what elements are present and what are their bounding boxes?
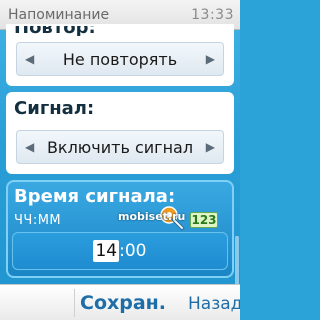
right-arrow-icon[interactable]: ▶ xyxy=(206,140,215,154)
left-arrow-icon[interactable]: ◀ xyxy=(25,52,34,66)
screen-title: Напоминание xyxy=(8,6,110,23)
back-softkey[interactable]: Назад xyxy=(188,294,240,314)
minutes-segment[interactable]: 00 xyxy=(125,241,147,261)
status-clock: 13:33 xyxy=(191,6,234,23)
watermark: mobiset.ru xyxy=(118,210,186,223)
time-format-hint: ЧЧ:ММ xyxy=(14,213,62,228)
save-softkey[interactable]: Сохран. xyxy=(80,292,166,314)
repeat-field[interactable]: Повтор: ◀ Не повторять ▶ xyxy=(6,24,234,86)
reminder-screen: Напоминание 13:33 Повтор: ◀ Не повторять… xyxy=(0,0,240,320)
time-input[interactable]: 14 : 00 xyxy=(12,232,228,270)
repeat-selector[interactable]: ◀ Не повторять ▶ xyxy=(16,42,224,76)
repeat-value: Не повторять xyxy=(62,49,178,69)
signal-value: Включить сигнал xyxy=(46,137,194,157)
softkey-divider xyxy=(74,289,75,317)
repeat-label: Повтор: xyxy=(14,26,96,36)
left-arrow-icon[interactable]: ◀ xyxy=(25,140,34,154)
scrollbar-thumb[interactable] xyxy=(235,236,239,286)
alarm-time-field[interactable]: Время сигнала: ЧЧ:ММ 123 14 : 00 xyxy=(6,180,234,278)
signal-field[interactable]: Сигнал: ◀ Включить сигнал ▶ xyxy=(6,92,234,174)
input-mode-indicator: 123 xyxy=(190,212,218,228)
softkey-bar: Сохран. Назад xyxy=(0,284,240,320)
signal-label: Сигнал: xyxy=(14,98,95,119)
signal-selector[interactable]: ◀ Включить сигнал ▶ xyxy=(16,130,224,164)
alarm-time-label: Время сигнала: xyxy=(14,186,176,207)
hours-segment[interactable]: 14 xyxy=(93,240,120,262)
right-arrow-icon[interactable]: ▶ xyxy=(206,52,215,66)
